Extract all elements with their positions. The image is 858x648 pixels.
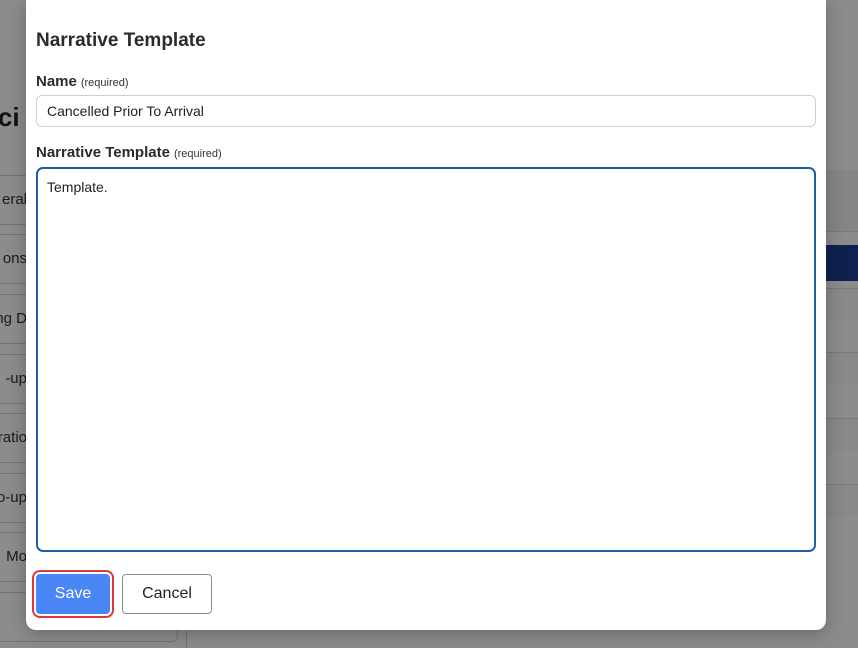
dialog-title: Narrative Template [36, 30, 206, 51]
save-button[interactable]: Save [36, 574, 110, 614]
narrative-template-dialog: Narrative Template Name(required) Narrat… [26, 0, 826, 630]
name-required-note: (required) [80, 77, 129, 89]
name-field-label: Name (required) [36, 73, 129, 90]
template-field-label: Narrative Template (required) [36, 144, 222, 161]
cancel-button[interactable]: Cancel [122, 574, 212, 614]
template-label-text: Narrative Template [36, 144, 170, 161]
narrative-template-textarea[interactable]: Template. [36, 167, 816, 552]
name-label-text: Name [36, 73, 77, 90]
name-input[interactable] [36, 95, 816, 127]
template-required-note: (required) [173, 148, 222, 160]
